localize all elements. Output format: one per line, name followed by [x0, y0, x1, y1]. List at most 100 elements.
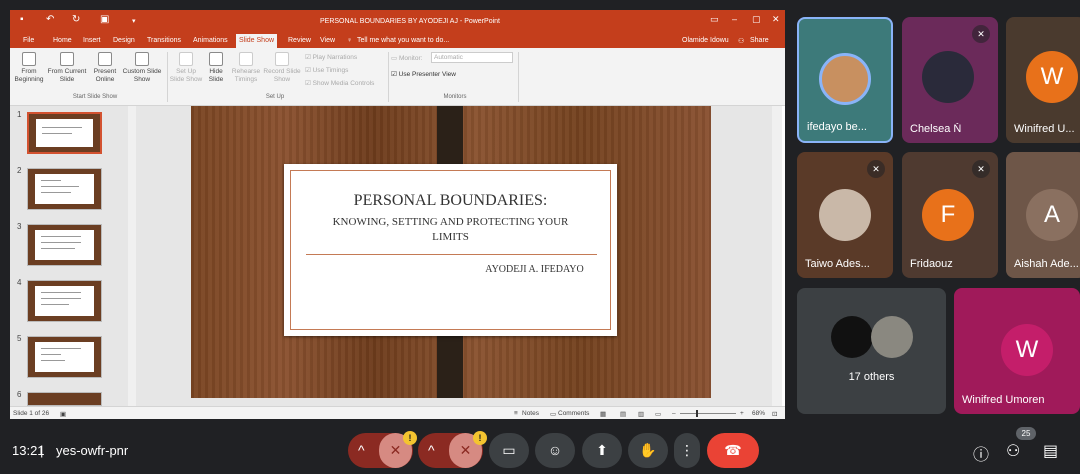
- comments-icon[interactable]: ▭: [550, 410, 556, 418]
- editor-scrollbar[interactable]: [772, 106, 782, 406]
- close-icon[interactable]: ✕: [772, 14, 780, 25]
- leave-call-button[interactable]: ☎: [707, 433, 759, 468]
- participant-name: Winifred U...: [1014, 123, 1075, 135]
- zoom-in-icon[interactable]: +: [740, 410, 744, 417]
- present-icon[interactable]: ▣: [100, 14, 109, 25]
- slide-title[interactable]: PERSONAL BOUNDARIES:: [284, 192, 617, 210]
- from-current-button[interactable]: From Current Slide: [47, 52, 87, 84]
- normal-view-icon[interactable]: ▦: [600, 410, 606, 418]
- notes-icon[interactable]: ≡: [514, 410, 518, 417]
- slide-number: 5: [17, 334, 22, 343]
- tab-review[interactable]: Review: [288, 37, 311, 44]
- record-show-button[interactable]: Record Slide Show: [262, 52, 302, 84]
- spellcheck-icon[interactable]: ▣: [60, 410, 66, 418]
- slide-subtitle-line1[interactable]: KNOWING, SETTING AND PROTECTING YOUR: [284, 216, 617, 228]
- zoom-out-icon[interactable]: –: [672, 410, 676, 417]
- captions-button[interactable]: ▭: [489, 433, 529, 468]
- save-icon[interactable]: ▪: [20, 14, 24, 25]
- redo-icon[interactable]: ↻: [72, 14, 80, 25]
- thumbnail-slide-4[interactable]: [27, 280, 102, 322]
- monitor-select[interactable]: Automatic: [431, 52, 513, 63]
- reading-view-icon[interactable]: ▥: [638, 410, 644, 418]
- ribbon-options-icon[interactable]: ▭: [710, 14, 719, 25]
- others-tile[interactable]: 17 others: [797, 288, 946, 414]
- custom-show-button[interactable]: Custom Slide Show: [121, 52, 163, 84]
- record-icon: [275, 52, 289, 66]
- self-tile[interactable]: W Winifred Umoren: [954, 288, 1080, 414]
- present-screen-button[interactable]: ⬆: [582, 433, 622, 468]
- undo-icon[interactable]: ↶: [46, 14, 54, 25]
- set-up-show-button[interactable]: Set Up Slide Show: [169, 52, 203, 84]
- participant-tile[interactable]: W Winifred U...: [1006, 17, 1080, 143]
- show-media-controls-checkbox[interactable]: ☑ Show Media Controls: [305, 79, 374, 87]
- slide-number: 4: [17, 278, 22, 287]
- chevron-up-icon[interactable]: ^: [428, 433, 435, 468]
- zoom-slider[interactable]: [680, 413, 736, 414]
- present-online-button[interactable]: Present Online: [91, 52, 119, 84]
- tab-insert[interactable]: Insert: [83, 37, 101, 44]
- participant-tile[interactable]: ifedayo be...: [797, 17, 893, 143]
- chevron-up-icon[interactable]: ^: [358, 433, 365, 468]
- thumbnail-slide-2[interactable]: [27, 168, 102, 210]
- fit-slide-icon[interactable]: ⊡: [772, 410, 777, 418]
- thumbnail-slide-3[interactable]: [27, 224, 102, 266]
- participant-name: Taiwo Ades...: [805, 258, 870, 270]
- ribbon-tabs: File Home Insert Design Transitions Anim…: [10, 34, 785, 48]
- slide-thumbnails-pane: 1 2 3 4 5 6: [10, 106, 128, 406]
- slide-number: 1: [17, 110, 22, 119]
- divider: [388, 52, 389, 102]
- mic-off-icon: ✕: [867, 160, 885, 178]
- tab-transitions[interactable]: Transitions: [147, 37, 181, 44]
- group-start-slide-show: Start Slide Show: [72, 94, 118, 100]
- tab-animations[interactable]: Animations: [193, 37, 228, 44]
- share-button[interactable]: Share: [750, 37, 769, 44]
- title-bar: ▪ ↶ ↻ ▣ ▾ PERSONAL BOUNDARIES BY AYODEJI…: [10, 10, 785, 34]
- user-name[interactable]: Olamide Idowu: [682, 37, 729, 44]
- customize-icon[interactable]: ▾: [132, 17, 136, 25]
- main-slide[interactable]: PERSONAL BOUNDARIES: KNOWING, SETTING AN…: [191, 106, 711, 398]
- hand-icon: ✋: [639, 442, 657, 458]
- thumbnail-slide-6[interactable]: [27, 392, 102, 406]
- hide-slide-button[interactable]: Hide Slide: [205, 52, 227, 84]
- maximize-icon[interactable]: ▢: [752, 14, 761, 25]
- use-timings-checkbox[interactable]: ☑ Use Timings: [305, 66, 348, 74]
- tab-design[interactable]: Design: [113, 37, 135, 44]
- slide-author[interactable]: AYODEJI A. IFEDAYO: [368, 264, 701, 275]
- from-beginning-button[interactable]: From Beginning: [12, 52, 46, 84]
- tab-file[interactable]: File: [23, 37, 34, 44]
- tell-me-search[interactable]: Tell me what you want to do...: [357, 37, 449, 44]
- meeting-code: yes-owfr-pnr: [56, 443, 129, 458]
- share-icon[interactable]: ⚇: [738, 37, 744, 45]
- minimize-icon[interactable]: –: [732, 14, 737, 24]
- play-narrations-checkbox[interactable]: ☑ Play Narrations: [305, 53, 357, 61]
- comments-button[interactable]: Comments: [558, 410, 589, 417]
- more-options-button[interactable]: ⋮: [674, 433, 700, 468]
- notes-button[interactable]: Notes: [522, 410, 539, 417]
- strap-bottom: [437, 328, 463, 398]
- thumbnail-slide-5[interactable]: [27, 336, 102, 378]
- title-divider: [306, 254, 597, 255]
- title-card: PERSONAL BOUNDARIES: KNOWING, SETTING AN…: [284, 164, 617, 336]
- slide-sorter-icon[interactable]: ▤: [620, 410, 626, 418]
- slide-subtitle-line2[interactable]: LIMITS: [284, 231, 617, 243]
- participant-tile[interactable]: ✕ Taiwo Ades...: [797, 152, 893, 278]
- tab-slide-show[interactable]: Slide Show: [236, 34, 278, 48]
- lightbulb-icon: ♀: [347, 37, 353, 44]
- slideshow-view-icon[interactable]: ▭: [655, 410, 661, 418]
- raise-hand-button[interactable]: ✋: [628, 433, 668, 468]
- participant-tile[interactable]: A Aishah Ade...: [1006, 152, 1080, 278]
- participant-tile[interactable]: ✕ Chelsea Ň: [902, 17, 998, 143]
- info-icon[interactable]: ⓘ: [973, 441, 989, 465]
- thumbnails-scrollbar[interactable]: [128, 106, 136, 406]
- setup-icon: [179, 52, 193, 66]
- people-icon[interactable]: ⚇: [1006, 441, 1020, 461]
- chat-icon[interactable]: ▤: [1043, 441, 1058, 461]
- tab-view[interactable]: View: [320, 37, 335, 44]
- thumbnail-slide-1[interactable]: [27, 112, 102, 154]
- participant-tile[interactable]: ✕ F Fridaouz: [902, 152, 998, 278]
- reactions-button[interactable]: ☺: [535, 433, 575, 468]
- tab-home[interactable]: Home: [53, 37, 72, 44]
- rehearse-timings-button[interactable]: Rehearse Timings: [231, 52, 261, 84]
- zoom-slider-thumb[interactable]: [696, 410, 698, 417]
- presenter-view-checkbox[interactable]: ☑ Use Presenter View: [391, 70, 456, 78]
